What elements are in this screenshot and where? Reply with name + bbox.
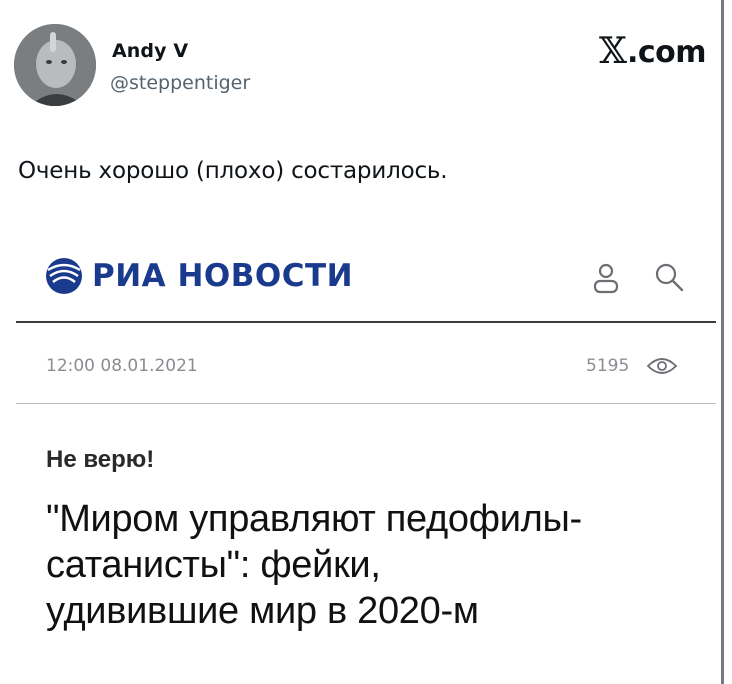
view-count: 5195 — [586, 356, 630, 376]
edge-line — [721, 0, 724, 684]
headline-line: "Миром управляют педофилы- — [46, 498, 582, 540]
headline-line: сатанисты": фейки, — [46, 544, 381, 586]
header-divider — [16, 321, 716, 323]
author-handle[interactable]: @steppentiger — [110, 72, 250, 94]
site-name[interactable]: РИА НОВОСТИ — [92, 258, 353, 294]
search-icon[interactable] — [654, 262, 684, 292]
article-datetime: 12:00 08.01.2021 — [46, 356, 198, 376]
x-logo-icon: 𝕏 — [599, 31, 627, 72]
article-headline[interactable]: "Миром управляют педофилы- сатанисты": ф… — [46, 496, 706, 634]
ria-logo-icon — [46, 258, 82, 294]
eye-icon — [646, 358, 678, 374]
article-rubric[interactable]: Не верю! — [46, 446, 154, 474]
brand-domain: .com — [626, 34, 707, 70]
avatar[interactable] — [14, 24, 96, 106]
author-name[interactable]: Andy V — [112, 40, 188, 62]
x-brand-logo: 𝕏 .com — [599, 31, 707, 72]
tweet-text: Очень хорошо (плохо) состарилось. — [18, 158, 448, 184]
headline-line: удивившие мир в 2020-м — [46, 590, 479, 632]
meta-divider — [16, 403, 716, 404]
profile-icon[interactable] — [592, 262, 620, 294]
